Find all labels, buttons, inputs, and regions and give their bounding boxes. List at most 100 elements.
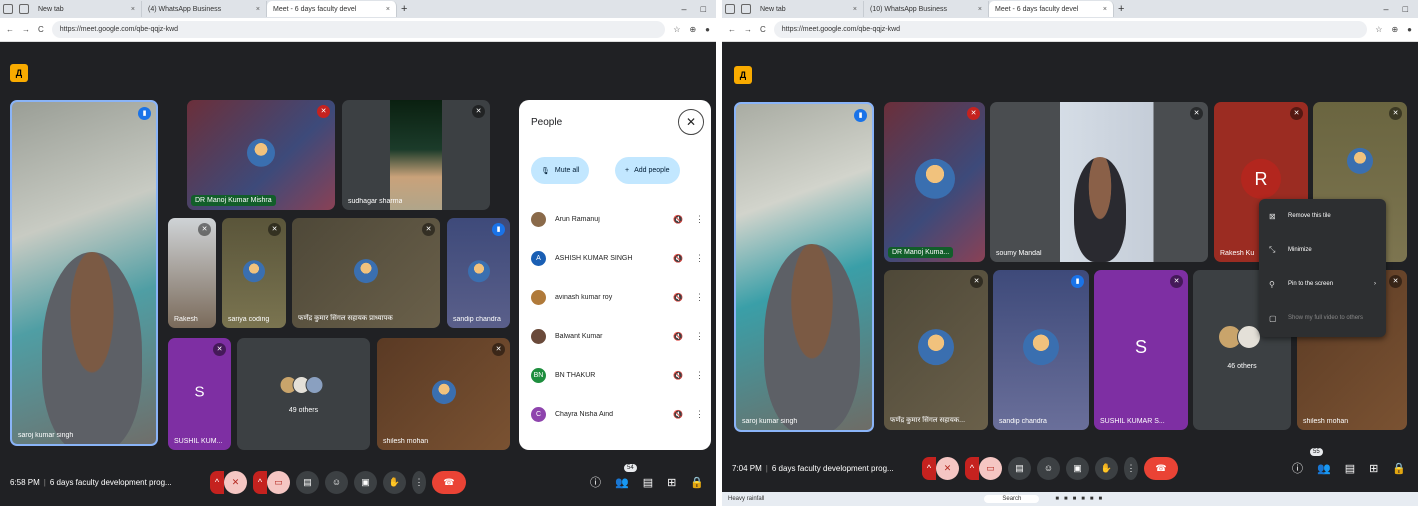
info-icon[interactable]: ⓘ <box>1292 460 1303 476</box>
tab-meet[interactable]: Meet - 6 days faculty devel × <box>989 1 1114 17</box>
activities-icon[interactable]: ⊞ <box>1369 462 1378 475</box>
mic-options-button[interactable]: ^ <box>210 470 224 494</box>
menu-item-remove-tile[interactable]: ⊠ Remove this tile <box>1259 199 1386 233</box>
muted-mic-icon[interactable]: 🔇 <box>673 410 695 419</box>
muted-mic-icon[interactable]: 🔇 <box>673 293 695 302</box>
present-button[interactable]: ▣ <box>354 470 377 494</box>
mic-options-button[interactable]: ^ <box>922 456 936 480</box>
participant-row[interactable]: Balwant Kumar 🔇 ⋮ <box>531 317 705 356</box>
muted-mic-icon[interactable]: 🔇 <box>673 254 695 263</box>
extensions-icon[interactable]: ⊕ <box>1391 25 1398 34</box>
more-icon[interactable]: ⋮ <box>695 292 705 303</box>
video-tile[interactable]: ✕ DR Manoj Kumar Mishra <box>187 100 335 210</box>
emoji-button[interactable]: ☺ <box>1037 456 1060 480</box>
video-tile[interactable]: ✕ sariya coding <box>222 218 286 328</box>
taskbar-apps-icon[interactable]: ■■■■■■ <box>1055 496 1107 502</box>
leave-call-button[interactable]: ☎ <box>1144 456 1178 480</box>
tab-whatsapp[interactable]: (4) WhatsApp Business × <box>142 1 267 17</box>
camera-off-button[interactable]: ▭ <box>979 456 1002 480</box>
tab-new-tab[interactable]: New tab × <box>32 1 142 17</box>
video-tile-self[interactable]: ▮ saroj kumar singh <box>734 102 874 432</box>
close-tab-icon[interactable]: × <box>256 6 260 13</box>
maximize-icon[interactable]: □ <box>1403 4 1408 14</box>
mic-off-button[interactable]: ✕ <box>936 456 959 480</box>
more-icon[interactable]: ⋮ <box>695 409 705 420</box>
tab-new-tab[interactable]: New tab × <box>754 1 864 17</box>
camera-off-button[interactable]: ▭ <box>267 470 290 494</box>
menu-item-minimize[interactable]: ⤡ Minimize <box>1259 233 1386 267</box>
video-tile[interactable]: ✕ soumy Mandal <box>990 102 1208 262</box>
present-button[interactable]: ▣ <box>1066 456 1089 480</box>
participant-row[interactable]: Arun Ramanuj 🔇 ⋮ <box>531 200 705 239</box>
weather-widget[interactable]: Heavy rainfall <box>728 496 764 502</box>
close-tab-icon[interactable]: × <box>1103 6 1107 13</box>
more-icon[interactable]: ⋮ <box>695 331 705 342</box>
close-tab-icon[interactable]: × <box>131 6 135 13</box>
video-tile[interactable]: ✕ Rakesh <box>168 218 216 328</box>
close-panel-button[interactable]: ✕ <box>678 109 704 135</box>
participant-row[interactable]: A ASHISH KUMAR SINGH 🔇 ⋮ <box>531 239 705 278</box>
more-icon[interactable]: ⋮ <box>695 214 705 225</box>
menu-item-pin[interactable]: ⚲ Pin to the screen › <box>1259 267 1386 301</box>
close-tab-icon[interactable]: × <box>386 6 390 13</box>
reload-icon[interactable]: C <box>760 25 766 34</box>
chat-icon[interactable]: ▤ <box>1345 462 1355 475</box>
participant-row[interactable]: BN BN THAKUR 🔇 ⋮ <box>531 356 705 395</box>
taskbar-search[interactable]: Search <box>984 495 1040 503</box>
video-tile[interactable]: S ✕ SUSHIL KUM... <box>168 338 231 450</box>
more-options-button[interactable]: ⋮ <box>412 470 426 494</box>
menu-item-full-video[interactable]: ▢ Show my full video to others <box>1259 301 1386 335</box>
new-tab-button[interactable]: + <box>401 3 407 15</box>
profile-icon[interactable]: ● <box>705 25 710 34</box>
url-field[interactable]: https://meet.google.com/qbe-qqjz-kwd <box>773 21 1368 38</box>
window-menu-icon[interactable] <box>3 4 13 14</box>
video-tile[interactable]: ✕ DR Manoj Kuma... <box>884 102 985 262</box>
raise-hand-button[interactable]: ✋ <box>1095 456 1118 480</box>
mic-off-button[interactable]: ✕ <box>224 470 247 494</box>
more-icon[interactable]: ⋮ <box>695 370 705 381</box>
host-controls-icon[interactable]: 🔒 <box>1392 462 1406 475</box>
video-tile[interactable]: S ✕ SUSHIL KUMAR S... <box>1094 270 1188 430</box>
new-tab-button[interactable]: + <box>1118 3 1124 15</box>
star-icon[interactable]: ☆ <box>673 25 680 34</box>
minimize-icon[interactable]: – <box>682 4 687 14</box>
captions-button[interactable]: ▤ <box>1008 456 1031 480</box>
chat-icon[interactable]: ▤ <box>643 476 653 489</box>
video-tile[interactable]: ✕ फणेंद्र कुमार सिंगल सहायक प्राध्यापक <box>292 218 440 328</box>
profile-icon[interactable]: ● <box>1407 25 1412 34</box>
video-tile[interactable]: ▮ sandip chandra <box>447 218 510 328</box>
back-icon[interactable]: ← <box>6 25 14 34</box>
close-tab-icon[interactable]: × <box>853 6 857 13</box>
forward-icon[interactable]: → <box>22 25 30 34</box>
camera-options-button[interactable]: ^ <box>253 470 267 494</box>
info-icon[interactable]: ⓘ <box>590 474 601 490</box>
leave-call-button[interactable]: ☎ <box>432 470 466 494</box>
raise-hand-button[interactable]: ✋ <box>383 470 406 494</box>
window-menu-icon[interactable] <box>725 4 735 14</box>
participant-row[interactable]: avinash kumar roy 🔇 ⋮ <box>531 278 705 317</box>
camera-options-button[interactable]: ^ <box>965 456 979 480</box>
extensions-icon[interactable]: ⊕ <box>689 25 696 34</box>
star-icon[interactable]: ☆ <box>1375 25 1382 34</box>
muted-mic-icon[interactable]: 🔇 <box>673 332 695 341</box>
add-people-button[interactable]: + Add people <box>615 157 680 184</box>
tab-overview-icon[interactable] <box>741 4 751 14</box>
host-controls-icon[interactable]: 🔒 <box>690 476 704 489</box>
muted-mic-icon[interactable]: 🔇 <box>673 371 695 380</box>
video-tile[interactable]: ✕ shilesh mohan <box>377 338 510 450</box>
captions-button[interactable]: ▤ <box>296 470 319 494</box>
maximize-icon[interactable]: □ <box>701 4 706 14</box>
close-tab-icon[interactable]: × <box>978 6 982 13</box>
reload-icon[interactable]: C <box>38 25 44 34</box>
minimize-icon[interactable]: – <box>1384 4 1389 14</box>
people-icon[interactable]: 👥 <box>615 476 629 489</box>
url-field[interactable]: https://meet.google.com/qbe-qqjz-kwd <box>51 21 666 38</box>
back-icon[interactable]: ← <box>728 25 736 34</box>
tab-overview-icon[interactable] <box>19 4 29 14</box>
video-tile[interactable]: ✕ फणेंद्र कुमार सिंगल सहायक... <box>884 270 988 430</box>
tab-whatsapp[interactable]: (10) WhatsApp Business × <box>864 1 989 17</box>
muted-mic-icon[interactable]: 🔇 <box>673 215 695 224</box>
video-tile[interactable]: ✕ sudhagar sharma <box>342 100 490 210</box>
video-tile-self[interactable]: ▮ saroj kumar singh <box>10 100 158 446</box>
emoji-button[interactable]: ☺ <box>325 470 348 494</box>
